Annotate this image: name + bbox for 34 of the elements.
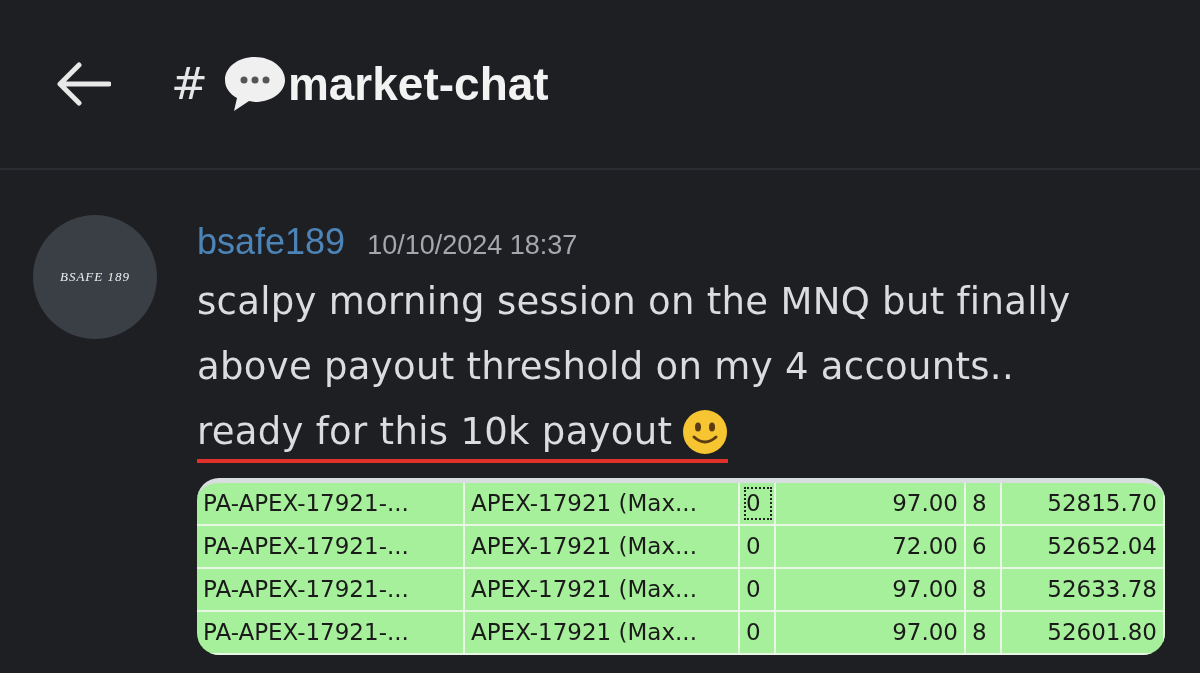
username[interactable]: bsafe189 — [197, 215, 346, 269]
table-cell: PA-APEX-17921-... — [197, 483, 465, 524]
table-cell: 0 — [740, 526, 776, 567]
table-cell: 52652.04 — [1002, 526, 1165, 567]
message-text: ready for this 10k payout — [197, 409, 673, 455]
table-cell: 52815.70 — [1002, 483, 1165, 524]
table-cell: 8 — [966, 569, 1002, 610]
back-arrow-icon[interactable] — [55, 62, 111, 106]
table-cell: APEX-17921 (Max... — [465, 526, 740, 567]
message-text: above payout threshold on my 4 accounts.. — [197, 345, 1014, 388]
message-text: scalpy morning session on the MNQ but finally — [197, 280, 1071, 323]
avatar[interactable]: BSAFE 189 — [33, 215, 157, 339]
table-cell: 8 — [966, 612, 1002, 653]
table-cell: PA-APEX-17921-... — [197, 612, 465, 653]
table-cell: 8 — [966, 483, 1002, 524]
table-cell: APEX-17921 (Max... — [465, 612, 740, 653]
channel-title: market-chat — [287, 56, 549, 112]
table-cell: PA-APEX-17921-... — [197, 569, 465, 610]
timestamp: 10/10/2024 18:37 — [367, 229, 578, 262]
table-cell: 52633.78 — [1002, 569, 1165, 610]
table-cell: 52601.80 — [1002, 612, 1165, 653]
table-cell: 6 — [966, 526, 1002, 567]
table-cell: 0 — [740, 483, 776, 524]
table-cell: 97.00 — [776, 612, 966, 653]
table-cell: APEX-17921 (Max... — [465, 569, 740, 610]
table-cell: 0 — [740, 569, 776, 610]
table-cell: APEX-17921 (Max... — [465, 483, 740, 524]
table-cell: 97.00 — [776, 483, 966, 524]
table-cell: PA-APEX-17921-... — [197, 526, 465, 567]
table-cell: 97.00 — [776, 569, 966, 610]
avatar-logo-text: BSAFE 189 — [60, 268, 130, 287]
table-cell: 0 — [740, 612, 776, 653]
channel-hash: # — [171, 57, 208, 111]
table-cell: 72.00 — [776, 526, 966, 567]
